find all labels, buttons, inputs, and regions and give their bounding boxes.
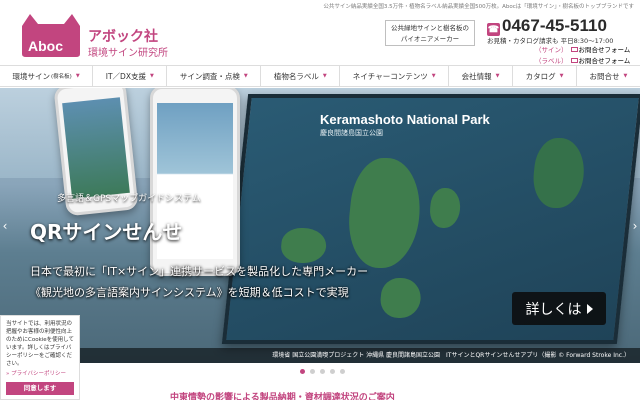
site-logo[interactable]: Aboc アボック社 環境サイン研究所 [18,12,168,59]
nav-label: 植物名ラベル [273,71,319,81]
contact-link-sign[interactable]: （サイン） お問合せフォーム [535,45,630,56]
chevron-down-icon: ▼ [495,73,500,79]
nav-item-company[interactable]: 会社情報 ▼ [449,66,514,86]
nav-label: サイン調査・点検 [179,71,240,81]
nav-item-contact[interactable]: お問合せ ▼ [577,66,640,86]
pioneer-line-1: 公共緑地サインと樹名板の [391,24,469,32]
pioneer-badge: 公共緑地サインと樹名板の パイオニアメーカー [385,20,475,46]
chevron-down-icon: ▼ [623,73,628,79]
board-title: Keramashoto National Park [320,112,490,127]
nav-label: IT／DX支援 [105,71,146,81]
island-shape [343,158,426,268]
chevron-down-icon: ▼ [322,73,327,79]
hero-eyebrow: 多言語＆GPSマップガイドシステム [57,194,201,204]
cookie-banner: 当サイトでは、利用状況の把握やお客様の利便性向上のためにCookieを使用してい… [0,315,80,400]
cookie-agree-button[interactable]: 同意します [6,382,74,395]
nav-item-catalog[interactable]: カタログ ▼ [513,66,578,86]
contact-link-label: お問合せフォーム [578,57,631,65]
nav-label: ネイチャーコンテンツ [352,71,428,81]
contact-link-prefix: （ラベル） [535,57,568,65]
chevron-down-icon: ▼ [559,73,564,79]
logo-mark-text: Aboc [28,38,63,54]
business-hours: お見積・カタログ請求も 平日8:30〜17:00 [487,37,614,45]
contact-link-prefix: （サイン） [535,46,568,54]
nav-item-plant-labels[interactable]: 植物名ラベル ▼ [261,66,341,86]
slider-prev-icon[interactable]: ‹ [0,215,10,237]
hero-caption: 環境省 国立公園満喫プロジェクト 沖縄県 慶良間諸島国立公園 ITサインとQRサ… [0,348,640,363]
chevron-down-icon: ▼ [149,73,154,79]
chevron-down-icon: ▼ [75,73,80,79]
island-shape [279,228,329,263]
chevron-down-icon: ▼ [243,73,248,79]
slider-pagination [300,369,345,374]
privacy-policy-link[interactable]: » プライバシーポリシー [6,370,74,378]
mail-icon [570,47,578,52]
nav-item-it-dx[interactable]: IT／DX支援 ▼ [93,66,168,86]
island-shape [428,188,463,228]
phone-screen [62,97,130,199]
cookie-text: 当サイトでは、利用状況の把握やお客様の利便性向上のためにCookieを使用してい… [6,321,75,367]
nav-label: 環境サイン [12,71,51,81]
play-triangle-icon [586,303,593,314]
smartphone-image [150,88,240,276]
contact-link-label: お問合せフォーム [578,46,631,54]
island-shape [378,278,423,318]
hero-app-name: QRサインせんせ [30,220,183,244]
slider-dot[interactable] [330,369,335,374]
nav-item-nature-contents[interactable]: ネイチャーコンテンツ ▼ [340,66,450,86]
phone-number[interactable]: ☎ 0467-45-5110 [487,16,607,36]
island-shape [530,138,588,208]
contact-links: （サイン） お問合せフォーム （ラベル） お問合せフォーム [535,45,630,67]
nav-label: お問合せ [589,71,620,81]
logo-subtitle: 環境サイン研究所 [88,48,168,59]
details-button[interactable]: 詳しくは [512,292,606,325]
hero-headline: 日本で最初に「IT×サイン」連携サービスを製品化した専門メーカー [30,265,369,278]
nav-label: 会社情報 [461,71,492,81]
chevron-down-icon: ▼ [431,73,436,79]
nav-item-environment-sign[interactable]: 環境サイン (樹名板) ▼ [0,66,94,86]
mail-icon [570,58,578,63]
nav-label: カタログ [525,71,556,81]
slider-dot[interactable] [340,369,345,374]
slider-dot[interactable] [300,369,305,374]
phone-number-text: 0467-45-5110 [502,16,607,35]
slider-dot[interactable] [310,369,315,374]
nav-sublabel: (樹名板) [51,74,72,80]
slider-dot[interactable] [320,369,325,374]
logo-company-name: アボック社 [88,29,158,45]
main-nav: 環境サイン (樹名板) ▼ IT／DX支援 ▼ サイン調査・点検 ▼ 植物名ラベル ▼ ネ… [0,65,640,87]
notice-banner[interactable]: 中東情勢の影響による製品納期・資材調達状況のご案内 [170,390,395,400]
top-tagline: 公共サイン納品実績全国3.5万件・植物名ラベル納品実績全国500万枚。Abocは… [323,4,634,10]
pioneer-line-2: パイオニアメーカー [400,35,460,43]
board-subtitle: 慶良間諸島国立公園 [320,129,383,137]
hero-slider[interactable]: Keramashoto National Park 慶良間諸島国立公園 多言語＆… [0,88,640,363]
slider-next-icon[interactable]: › [630,215,640,237]
nav-item-sign-survey[interactable]: サイン調査・点検 ▼ [167,66,262,86]
hero-subheadline: 《観光地の多言語案内サインシステム》を短期＆低コストで実現 [30,286,349,299]
details-button-label: 詳しくは [525,301,582,318]
